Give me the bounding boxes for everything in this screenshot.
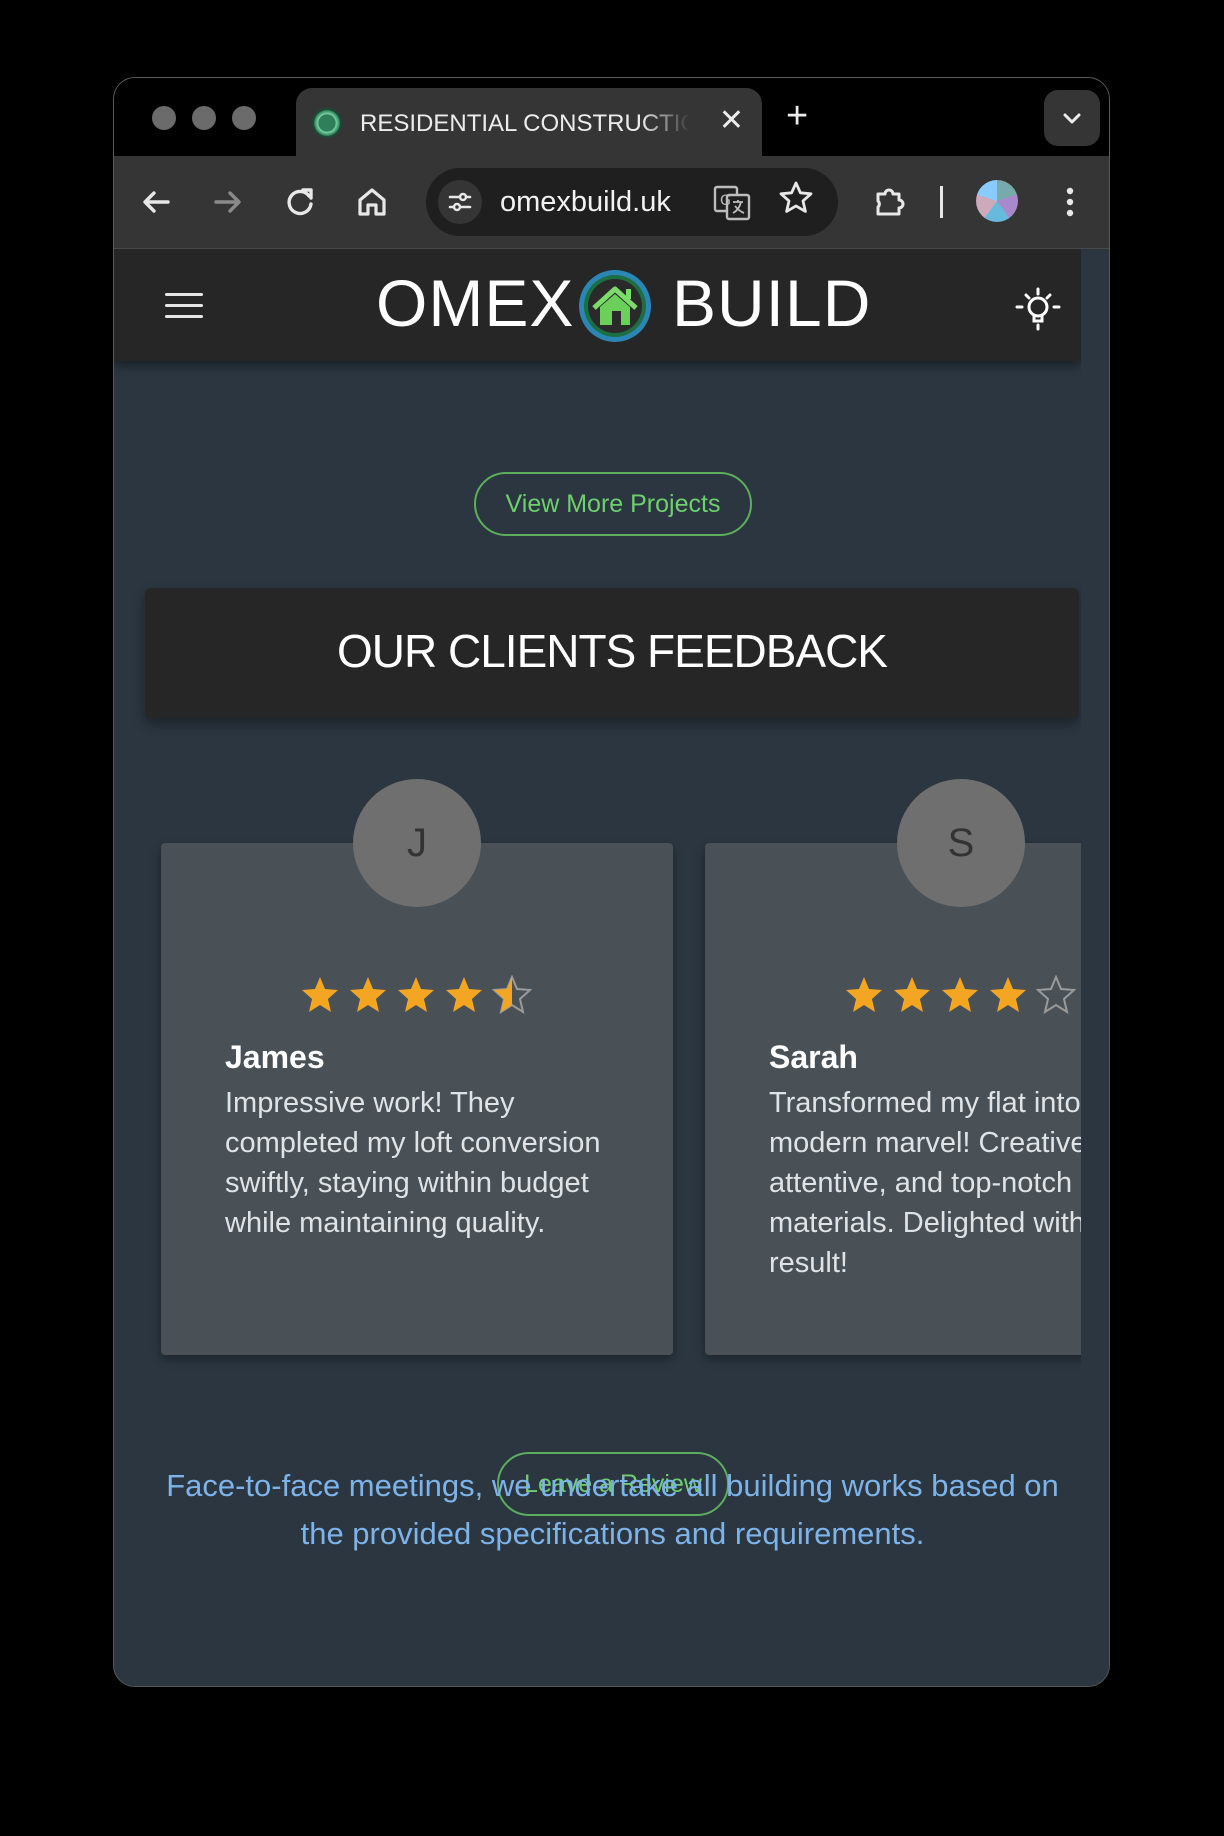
tab-active[interactable]: RESIDENTIAL CONSTRUCTIO ✕	[296, 88, 762, 156]
home-icon[interactable]	[350, 180, 394, 224]
star-full-icon	[446, 977, 482, 1012]
translate-icon[interactable]: G	[712, 182, 752, 222]
forward-arrow-icon[interactable]	[206, 180, 250, 224]
tab-title: RESIDENTIAL CONSTRUCTIO	[360, 110, 690, 137]
star-rating	[844, 975, 1076, 1015]
new-tab-button[interactable]: +	[786, 96, 808, 136]
services-note: Face-to-face meetings, we undertake all …	[166, 1468, 1059, 1551]
reviewer-avatar: S	[897, 779, 1025, 907]
section-title: OUR CLIENTS FEEDBACK	[337, 625, 888, 677]
star-full-icon	[894, 977, 930, 1012]
star-rating	[300, 975, 532, 1015]
address-bar[interactable]: omexbuild.uk G	[426, 168, 838, 236]
tab-close-icon[interactable]: ✕	[719, 104, 744, 138]
star-full-icon	[942, 977, 978, 1012]
logo-text-left[interactable]: OMEX	[376, 265, 574, 341]
maximize-window-button[interactable]	[232, 106, 256, 130]
review-text: Transformed my flat into a modern marvel…	[769, 1087, 1081, 1279]
minimize-window-button[interactable]	[192, 106, 216, 130]
logo-house-icon[interactable]	[576, 267, 654, 345]
star-full-icon	[350, 977, 386, 1012]
lightbulb-theme-icon[interactable]	[1014, 285, 1062, 333]
reviewer-name: Sarah	[769, 1039, 858, 1075]
profile-avatar[interactable]	[976, 180, 1018, 222]
url-text[interactable]: omexbuild.uk	[500, 186, 671, 219]
bookmark-star-icon[interactable]	[776, 178, 816, 227]
browser-toolbar: omexbuild.uk G	[114, 156, 1109, 249]
favicon-icon	[312, 108, 342, 138]
tab-strip: RESIDENTIAL CONSTRUCTIO ✕ +	[114, 78, 1109, 156]
tab-search-button[interactable]	[1044, 90, 1100, 146]
extensions-puzzle-icon[interactable]	[868, 180, 912, 224]
star-full-icon	[846, 977, 882, 1012]
review-text: Impressive work! They completed my loft …	[225, 1087, 601, 1239]
browser-window: RESIDENTIAL CONSTRUCTIO ✕ + omexbuild.uk	[113, 77, 1110, 1687]
chevron-down-icon	[1063, 113, 1081, 124]
star-full-icon	[398, 977, 434, 1012]
star-half-icon	[492, 975, 532, 1015]
reload-icon[interactable]	[278, 180, 322, 224]
star-full-icon	[302, 977, 338, 1012]
hamburger-menu-icon[interactable]	[165, 293, 203, 319]
reviewer-name: James	[225, 1039, 325, 1075]
site-header: OMEX BUILD	[114, 249, 1081, 361]
toolbar-divider	[940, 186, 943, 218]
logo-text-right[interactable]: BUILD	[672, 265, 871, 341]
feedback-section-header: OUR CLIENTS FEEDBACK	[145, 588, 1079, 718]
back-arrow-icon[interactable]	[134, 180, 178, 224]
reviewer-avatar: J	[353, 779, 481, 907]
close-window-button[interactable]	[152, 106, 176, 130]
star-empty-icon	[1036, 975, 1076, 1015]
site-info-icon[interactable]	[438, 180, 482, 224]
view-more-projects-button[interactable]: View More Projects	[474, 472, 752, 536]
star-full-icon	[990, 977, 1026, 1012]
kebab-menu-icon[interactable]	[1048, 180, 1092, 224]
svg-text:G: G	[720, 193, 731, 209]
